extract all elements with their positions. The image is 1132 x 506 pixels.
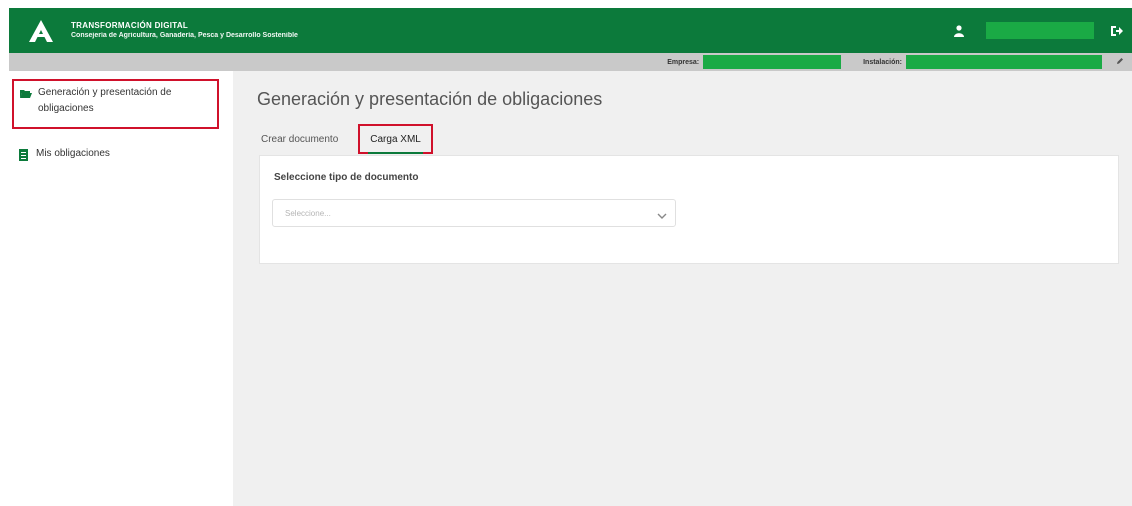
- sidebar-item-label: Mis obligaciones: [36, 148, 110, 159]
- app-title: TRANSFORMACIÓN DIGITAL: [71, 20, 189, 30]
- sidebar-item-label: Generación y presentación de obligacione…: [38, 87, 172, 114]
- user-icon[interactable]: [950, 22, 968, 40]
- empresa-label: Empresa:: [667, 58, 700, 66]
- header-actions: [950, 8, 1132, 53]
- context-bar: Empresa: Instalación:: [9, 53, 1132, 71]
- upload-card: Seleccione tipo de documento Seleccione.…: [259, 155, 1119, 264]
- sidebar-item-mis-obligaciones[interactable]: Mis obligaciones: [18, 146, 110, 162]
- edit-icon[interactable]: [1116, 57, 1126, 67]
- chevron-down-icon: [657, 208, 667, 219]
- folder-open-icon: [20, 88, 32, 100]
- app-subtitle: Consejería de Agricultura, Ganadería, Pe…: [71, 32, 298, 40]
- logout-icon[interactable]: [1108, 22, 1126, 40]
- brand-text: TRANSFORMACIÓN DIGITAL Consejería de Agr…: [71, 21, 298, 40]
- select-placeholder: Seleccione...: [285, 208, 331, 218]
- tab-label: Carga XML: [370, 133, 421, 145]
- sidebar-item-generacion[interactable]: Generación y presentación de obligacione…: [12, 79, 219, 129]
- document-type-select[interactable]: Seleccione...: [272, 199, 676, 227]
- page-title: Generación y presentación de obligacione…: [257, 89, 603, 109]
- main-content: Generación y presentación de obligacione…: [233, 71, 1132, 506]
- tab-carga-xml[interactable]: Carga XML: [358, 124, 433, 154]
- empresa-value: [703, 55, 842, 69]
- document-type-label: Seleccione tipo de documento: [274, 172, 419, 183]
- app-header: TRANSFORMACIÓN DIGITAL Consejería de Agr…: [9, 8, 1132, 53]
- instalacion-value: [906, 55, 1102, 69]
- instalacion-label: Instalación:: [863, 58, 902, 66]
- andalucia-logo-icon[interactable]: [21, 8, 61, 53]
- document-icon: [18, 149, 30, 161]
- sidebar: Generación y presentación de obligacione…: [9, 71, 233, 506]
- user-name-field: [986, 22, 1094, 39]
- tab-bar: Crear documento Carga XML: [257, 123, 433, 155]
- tab-crear-documento[interactable]: Crear documento: [257, 134, 342, 145]
